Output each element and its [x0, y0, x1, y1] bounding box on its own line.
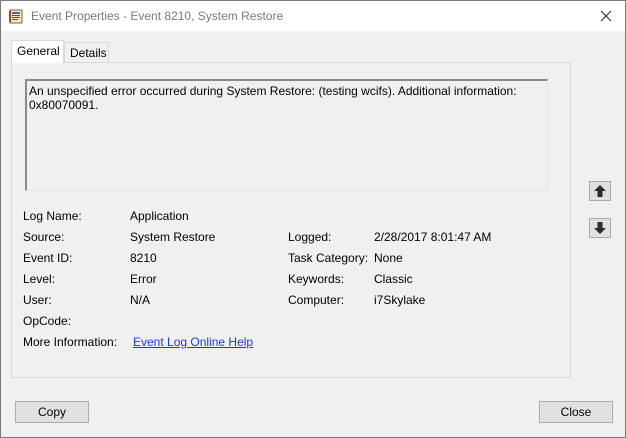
- log-name-value: Application: [130, 209, 189, 223]
- next-event-button[interactable]: [589, 218, 611, 238]
- event-log-online-help-link[interactable]: Event Log Online Help: [133, 335, 253, 349]
- tab-general-label: General: [17, 44, 60, 58]
- copy-button[interactable]: Copy: [15, 401, 89, 423]
- computer-label: Computer:: [288, 293, 345, 307]
- event-description-box[interactable]: An unspecified error occurred during Sys…: [25, 79, 548, 191]
- previous-event-button[interactable]: [589, 181, 611, 201]
- window-title: Event Properties - Event 8210, System Re…: [31, 9, 284, 23]
- close-button[interactable]: Close: [539, 401, 613, 423]
- task-category-value: None: [374, 251, 403, 265]
- close-icon: [600, 10, 612, 22]
- computer-value: i7Skylake: [374, 293, 426, 307]
- arrow-down-icon: [594, 222, 606, 234]
- event-id-label: Event ID:: [23, 251, 73, 265]
- task-category-label: Task Category:: [288, 251, 369, 265]
- user-value: N/A: [130, 293, 151, 307]
- more-information-label: More Information:: [23, 335, 118, 349]
- log-name-label: Log Name:: [23, 209, 82, 223]
- opcode-label: OpCode:: [23, 314, 72, 328]
- source-label: Source:: [23, 230, 65, 244]
- tab-details[interactable]: Details: [64, 42, 109, 62]
- keywords-value: Classic: [374, 272, 413, 286]
- arrow-up-icon: [594, 185, 606, 197]
- logged-value: 2/28/2017 8:01:47 AM: [374, 230, 492, 244]
- close-button-label: Close: [560, 405, 592, 419]
- user-label: User:: [23, 293, 52, 307]
- event-description-text: An unspecified error occurred during Sys…: [29, 84, 517, 112]
- level-label: Level:: [23, 272, 56, 286]
- logged-label: Logged:: [288, 230, 332, 244]
- keywords-label: Keywords:: [288, 272, 345, 286]
- window-close-button[interactable]: [593, 4, 619, 28]
- tab-details-label: Details: [70, 46, 107, 60]
- level-value: Error: [130, 272, 157, 286]
- event-viewer-icon: [9, 9, 23, 24]
- event-properties-window: Event Properties - Event 8210, System Re…: [0, 0, 626, 438]
- title-bar: Event Properties - Event 8210, System Re…: [1, 1, 625, 31]
- copy-button-label: Copy: [37, 405, 66, 419]
- source-value: System Restore: [130, 230, 216, 244]
- tab-general[interactable]: General: [11, 40, 64, 63]
- event-id-value: 8210: [130, 251, 157, 265]
